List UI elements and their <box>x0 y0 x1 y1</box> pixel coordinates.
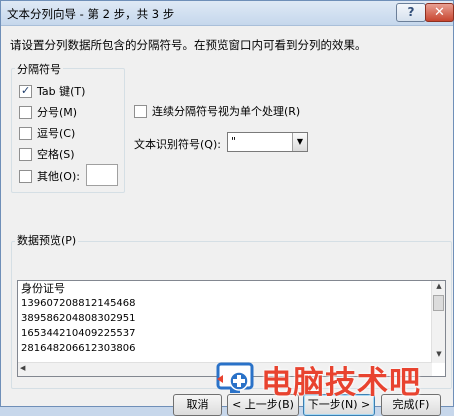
text-import-wizard-dialog: 文本分列向导 - 第 2 步，共 3 步 ? ✕ 请设置分列数据所包含的分隔符号… <box>0 0 454 416</box>
text-qualifier-label: 文本识别符号(Q): <box>134 138 221 151</box>
tab-checkbox[interactable] <box>19 84 32 98</box>
scroll-thumb[interactable] <box>433 295 444 311</box>
preview-row: 165344210409225537 <box>21 328 136 339</box>
other-delimiter-input[interactable] <box>86 164 118 186</box>
semicolon-checkbox[interactable] <box>19 105 32 119</box>
watermark-text: 电脑技术吧 <box>261 365 421 401</box>
other-checkbox-row[interactable]: 其他(O): <box>19 168 80 184</box>
space-checkbox-label: 空格(S) <box>37 148 75 161</box>
text-qualifier-select[interactable]: " ▼ <box>227 132 308 152</box>
preview-header-cell: 身份证号 <box>21 282 65 295</box>
title-bar[interactable]: 文本分列向导 - 第 2 步，共 3 步 ? ✕ <box>1 1 454 26</box>
window-title: 文本分列向导 - 第 2 步，共 3 步 <box>7 7 175 21</box>
watermark: 电脑技术吧 <box>215 357 451 403</box>
preview-vertical-scrollbar[interactable]: ▲ ▼ <box>431 281 445 363</box>
space-checkbox-row[interactable]: 空格(S) <box>19 146 75 162</box>
delimiters-group-label: 分隔符号 <box>15 61 63 77</box>
comma-checkbox-row[interactable]: 逗号(C) <box>19 125 75 141</box>
other-checkbox[interactable] <box>19 169 32 183</box>
monitor-logo-icon <box>216 362 254 393</box>
other-checkbox-label: 其他(O): <box>37 170 80 183</box>
comma-checkbox-label: 逗号(C) <box>37 127 76 140</box>
tab-checkbox-row[interactable]: Tab 键(T) <box>19 83 85 99</box>
preview-row: 389586204808302951 <box>21 313 136 324</box>
dropdown-arrow-icon[interactable]: ▼ <box>292 133 307 151</box>
text-qualifier-value: " <box>231 135 237 148</box>
consecutive-checkbox-row[interactable]: 连续分隔符号视为单个处理(R) <box>134 103 300 119</box>
consecutive-checkbox-label: 连续分隔符号视为单个处理(R) <box>152 105 301 118</box>
semicolon-checkbox-label: 分号(M) <box>37 106 78 119</box>
close-button[interactable]: ✕ <box>425 3 454 22</box>
instructions-text: 请设置分列数据所包含的分隔符号。在预览窗口内可看到分列的效果。 <box>10 38 367 52</box>
preview-lines: 身份证号 139607208812145468 389586204808302951… <box>21 281 136 356</box>
scroll-up-icon[interactable]: ▲ <box>433 282 445 294</box>
data-preview-group-label: 数据预览(P) <box>15 232 79 248</box>
consecutive-checkbox[interactable] <box>134 104 147 118</box>
comma-checkbox[interactable] <box>19 126 32 140</box>
tab-checkbox-label: Tab 键(T) <box>37 85 86 98</box>
preview-row: 281648206612303806 <box>21 343 136 354</box>
scroll-left-icon[interactable]: ◀ <box>20 364 25 372</box>
help-button[interactable]: ? <box>396 3 426 22</box>
semicolon-checkbox-row[interactable]: 分号(M) <box>19 104 77 120</box>
preview-row: 139607208812145468 <box>21 298 136 309</box>
space-checkbox[interactable] <box>19 147 32 161</box>
